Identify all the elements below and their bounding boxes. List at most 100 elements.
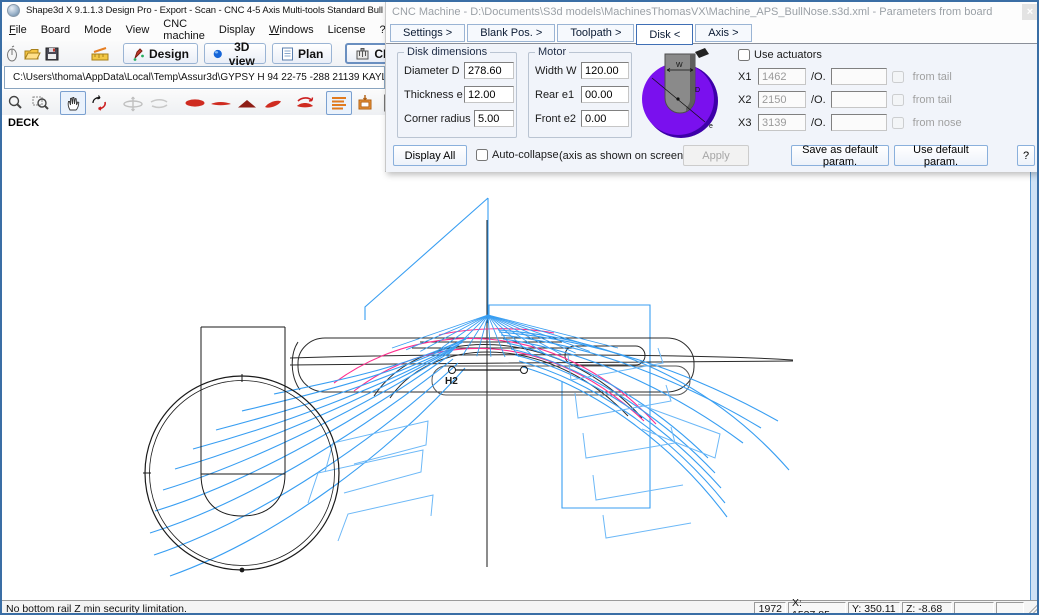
motor-legend: Motor [535,46,569,58]
x3-offset-input[interactable] [831,114,887,131]
design-view-button[interactable]: Design [123,43,198,64]
use-default-button[interactable]: Use default param. [894,145,988,166]
menu-view[interactable]: View [119,21,157,39]
pointer-tool-icon[interactable] [3,44,21,64]
disk-dimensions-legend: Disk dimensions [404,46,490,58]
status-message: No bottom rail Z min security limitation… [2,603,754,615]
rotate-view-icon[interactable] [86,91,112,115]
h2-dimension-label: H2 [445,376,458,387]
application-window: Shape3d X 9.1.1.3 Design Pro - Export - … [0,0,1039,615]
disk-tab-panel: Disk dimensions Diameter D Thickness e C… [386,44,1039,172]
rotate-board-icon[interactable] [292,91,318,115]
use-actuators-label: Use actuators [754,49,822,61]
3d-view-label: 3D view [227,40,257,68]
x3-label: X3 [738,117,753,129]
close-icon[interactable]: × [1022,4,1038,20]
x1-value-input[interactable] [758,68,806,85]
x2-offset-input[interactable] [831,91,887,108]
cutting-disk-circle [143,374,339,572]
design-icon [132,47,145,61]
design-view-label: Design [149,47,189,61]
x3-from-nose-label: from nose [913,117,962,129]
menu-mode[interactable]: Mode [77,21,119,39]
sphere-icon [213,47,223,61]
disk-diagram: W D e [639,46,723,142]
status-y-coordinate: Y: 350.11 [848,602,900,615]
plan-view-button[interactable]: Plan [272,43,332,64]
zoom-in-icon[interactable] [2,91,28,115]
3d-view-button[interactable]: 3D view [204,43,266,64]
motor-rear-input[interactable] [581,86,629,103]
section-view-icon[interactable] [234,91,260,115]
flip-board-icon[interactable] [146,91,172,115]
main-toolbar: Design 3D view Plan CNC [2,41,385,66]
menu-bar: File Board Mode View CNC machine Display… [2,19,385,41]
x1-from-tail-checkbox[interactable] [892,71,904,83]
menu-windows[interactable]: Windows [262,21,321,39]
machine-export-icon[interactable] [352,91,378,115]
x2-from-tail-checkbox[interactable] [892,94,904,106]
menu-board[interactable]: Board [34,21,77,39]
x3-from-nose-checkbox[interactable] [892,117,904,129]
thickness-label: Thickness e [404,89,463,101]
tab-blank-pos[interactable]: Blank Pos. > [467,24,555,42]
x1-offset-label: /O. [811,71,826,83]
status-z-coordinate: Z: -8.68 [902,602,952,615]
tab-settings[interactable]: Settings > [390,24,465,42]
x1-offset-input[interactable] [831,68,887,85]
dimensions-icon[interactable] [90,44,110,64]
x1-label: X1 [738,71,753,83]
tab-toolpath[interactable]: Toolpath > [557,24,634,42]
resize-grip[interactable] [1026,603,1039,615]
app-icon [7,4,20,17]
status-bar: No bottom rail Z min security limitation… [2,600,1039,615]
cnc-toolpath-drawing: H2 [4,115,1030,600]
use-actuators-checkbox[interactable] [738,49,750,61]
menu-file[interactable]: File [2,21,34,39]
display-all-button[interactable]: Display All [393,145,467,166]
auto-collapse-label: Auto-collapse [492,149,559,161]
x2-label: X2 [738,94,753,106]
rocker-view-icon[interactable] [208,91,234,115]
help-button[interactable]: ? [1017,145,1035,166]
save-default-button[interactable]: Save as default param. [791,145,889,166]
pan-hand-icon[interactable] [60,91,86,115]
corner-radius-input[interactable] [474,110,514,127]
motor-width-label: Width W [535,65,577,77]
status-empty-cell [996,602,1024,615]
axis-note: (axis as shown on screen) [559,150,687,162]
motor-rear-label: Rear e1 [535,89,574,101]
diameter-input[interactable] [464,62,514,79]
motor-front-input[interactable] [581,110,629,127]
actuator-row-x2: X2 /O. from tail [738,91,1028,108]
motor-front-label: Front e2 [535,113,576,125]
open-folder-icon[interactable] [23,44,41,64]
status-count: 1972 [754,602,786,615]
drawing-canvas[interactable]: DECK [4,115,1030,600]
motor-group: Motor Width W Rear e1 Front e2 [528,52,632,138]
x1-from-tail-label: from tail [913,71,952,83]
menu-license[interactable]: License [321,21,373,39]
disk-dimensions-group: Disk dimensions Diameter D Thickness e C… [397,52,517,138]
auto-collapse-checkbox[interactable] [476,149,488,161]
x2-value-input[interactable] [758,91,806,108]
use-actuators-row: Use actuators [738,49,822,61]
thickness-input[interactable] [464,86,514,103]
toolpath-lines-icon[interactable] [326,91,352,115]
diagram-w-label: W [676,62,683,69]
x3-value-input[interactable] [758,114,806,131]
tab-disk[interactable]: Disk < [636,24,693,45]
plan-view-label: Plan [298,47,323,61]
center-board-icon[interactable] [120,91,146,115]
diameter-label: Diameter D [404,65,460,77]
apply-button[interactable]: Apply [683,145,749,166]
outline-view-icon[interactable] [182,91,208,115]
save-icon[interactable] [43,44,61,64]
zoom-window-icon[interactable] [28,91,54,115]
tab-axis[interactable]: Axis > [695,24,751,42]
h2-dimension: H2 [445,367,528,388]
x3-offset-label: /O. [811,117,826,129]
perspective-board-icon[interactable] [260,91,286,115]
motor-width-input[interactable] [581,62,629,79]
menu-display[interactable]: Display [212,21,262,39]
